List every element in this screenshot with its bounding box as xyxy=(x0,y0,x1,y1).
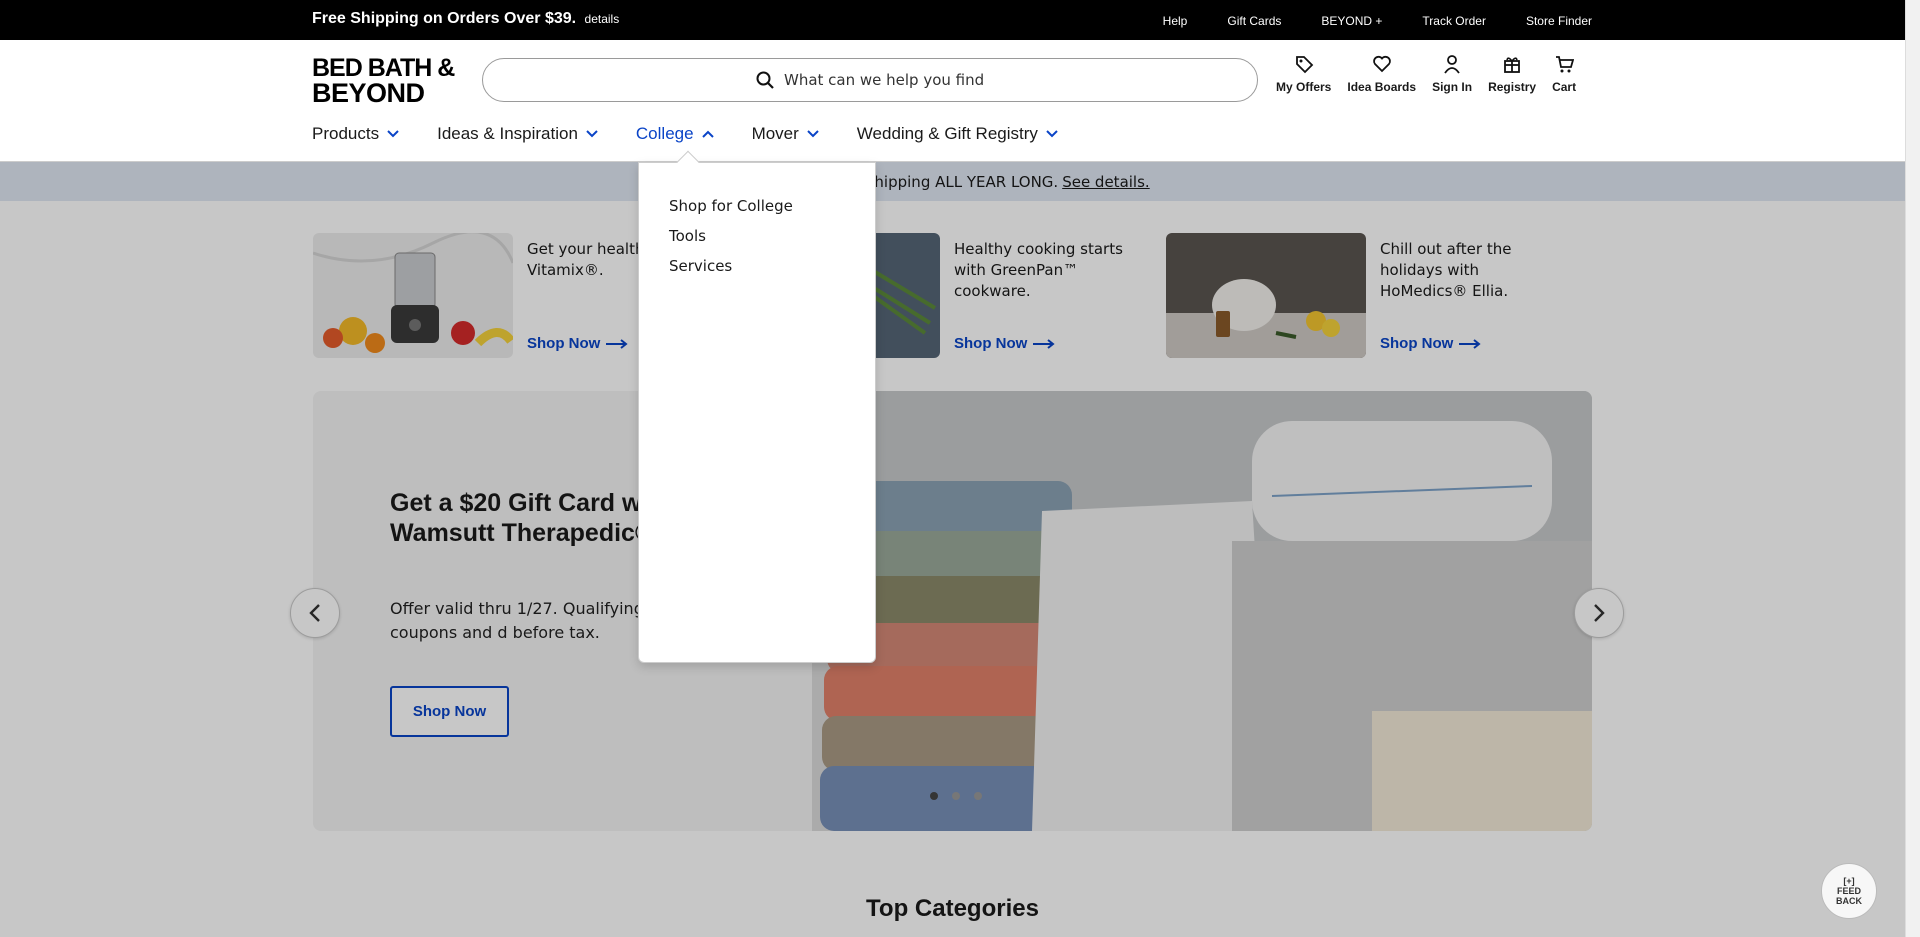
chevron-right-icon xyxy=(1594,604,1605,622)
utility-links: Help Gift Cards BEYOND + Track Order Sto… xyxy=(1163,14,1592,28)
tile-shop-now-link[interactable]: Shop Now xyxy=(527,335,628,352)
sign-in-button[interactable]: Sign In xyxy=(1432,54,1472,94)
nav-mover[interactable]: Mover xyxy=(752,124,819,144)
nav-wedding-gift-registry[interactable]: Wedding & Gift Registry xyxy=(857,124,1058,144)
page-scrollbar[interactable] xyxy=(1905,0,1920,937)
nav-college[interactable]: College xyxy=(636,124,714,144)
arrow-right-icon xyxy=(606,338,628,349)
tile-shop-now-label: Shop Now xyxy=(954,335,1028,352)
tile-shop-now-label: Shop Now xyxy=(527,335,601,352)
track-order-link[interactable]: Track Order xyxy=(1422,14,1486,28)
my-offers-label: My Offers xyxy=(1276,80,1332,94)
carousel-next-button[interactable] xyxy=(1574,588,1624,638)
towels-pillows-image xyxy=(812,391,1592,831)
nav-ideas-label: Ideas & Inspiration xyxy=(437,124,578,143)
chevron-down-icon xyxy=(586,130,598,138)
feedback-label-1: FEED xyxy=(1836,886,1861,896)
logo-line-2: BEYOND xyxy=(312,77,425,108)
free-shipping-promo: Free Shipping on Orders Over $39. detail… xyxy=(312,10,619,28)
gift-icon xyxy=(1504,57,1520,73)
idea-boards-label: Idea Boards xyxy=(1347,80,1417,94)
nav-wedding-label: Wedding & Gift Registry xyxy=(856,124,1038,143)
menu-item-tools[interactable]: Tools xyxy=(669,227,793,257)
my-offers-button[interactable]: My Offers xyxy=(1276,54,1331,94)
arrow-right-icon xyxy=(1459,338,1481,349)
menu-item-shop-for-college[interactable]: Shop for College xyxy=(669,197,793,227)
college-dropdown-menu: Shop for College Tools Services xyxy=(638,150,876,663)
arrow-right-icon xyxy=(1033,338,1055,349)
shipping-details-link[interactable]: See details. xyxy=(1062,173,1150,191)
carousel-dot[interactable] xyxy=(974,792,982,800)
tag-icon xyxy=(1295,56,1313,74)
feedback-plus-icon: [+] xyxy=(1843,876,1855,886)
idea-boards-button[interactable]: Idea Boards xyxy=(1347,54,1416,94)
tile-shop-now-link[interactable]: Shop Now xyxy=(1380,335,1481,352)
tile-text: Healthy cooking starts with GreenPan™ co… xyxy=(954,240,1123,300)
feedback-button[interactable]: [+] FEED BACK xyxy=(1821,863,1877,919)
carousel-dots xyxy=(930,792,982,800)
vitamix-blender-image xyxy=(313,233,513,358)
promo-text: Free Shipping on Orders Over $39. xyxy=(312,10,577,27)
homedics-diffuser-image xyxy=(1166,233,1366,358)
promo-details-link[interactable]: details xyxy=(585,12,620,26)
tile-shop-now-label: Shop Now xyxy=(1380,335,1454,352)
shipping-banner: Free Standard Shipping ALL YEAR LONG. Se… xyxy=(0,162,1905,201)
chevron-down-icon xyxy=(807,130,819,138)
hero-shop-now-button[interactable]: Shop Now xyxy=(390,686,509,737)
carousel-dot[interactable] xyxy=(952,792,960,800)
dropdown-caret xyxy=(676,150,700,174)
top-promo-bar: Free Shipping on Orders Over $39. detail… xyxy=(0,0,1905,40)
search-input[interactable] xyxy=(784,71,984,89)
page: Free Shipping on Orders Over $39. detail… xyxy=(0,0,1905,937)
main-content: Free Standard Shipping ALL YEAR LONG. Se… xyxy=(0,162,1905,937)
top-categories-heading: Top Categories xyxy=(866,895,1039,922)
registry-label: Registry xyxy=(1488,80,1537,94)
nav-ideas-inspiration[interactable]: Ideas & Inspiration xyxy=(437,124,598,144)
chevron-left-icon xyxy=(309,604,320,622)
carousel-prev-button[interactable] xyxy=(290,588,340,638)
sign-in-label: Sign In xyxy=(1432,80,1473,94)
store-finder-link[interactable]: Store Finder xyxy=(1526,14,1592,28)
promo-tile-homedics[interactable]: Chill out after the holidays with HoMedi… xyxy=(1166,233,1566,358)
heart-icon xyxy=(1372,55,1391,73)
search-bar[interactable] xyxy=(482,58,1258,102)
header-actions: My Offers Idea Boards Sign In Registry C… xyxy=(1276,54,1576,94)
carousel-dot[interactable] xyxy=(930,792,938,800)
tile-shop-now-link[interactable]: Shop Now xyxy=(954,335,1055,352)
registry-button[interactable]: Registry xyxy=(1488,54,1536,94)
menu-item-services[interactable]: Services xyxy=(669,257,793,287)
nav-products[interactable]: Products xyxy=(312,124,399,144)
main-nav: Products Ideas & Inspiration College Mov… xyxy=(312,124,1096,144)
site-logo[interactable]: BED BATH & BEYOND xyxy=(312,56,455,106)
cart-icon xyxy=(1556,56,1575,73)
search-icon xyxy=(756,71,774,89)
nav-products-label: Products xyxy=(312,124,380,143)
college-menu-list: Shop for College Tools Services xyxy=(669,197,793,287)
cart-label: Cart xyxy=(1552,80,1577,94)
hero-carousel-slide: Get a $20 Gift Card w Every $100 Wamsutt… xyxy=(313,391,1592,831)
chevron-up-icon xyxy=(701,130,714,138)
beyond-plus-link[interactable]: BEYOND + xyxy=(1321,14,1382,28)
help-link[interactable]: Help xyxy=(1163,14,1188,28)
feedback-label-2: BACK xyxy=(1836,896,1862,906)
chevron-down-icon xyxy=(387,130,399,138)
cart-button[interactable]: Cart xyxy=(1552,54,1576,94)
user-icon xyxy=(1444,55,1460,74)
nav-mover-label: Mover xyxy=(751,124,799,143)
tile-text: Chill out after the holidays with HoMedi… xyxy=(1380,240,1512,300)
nav-college-label: College xyxy=(635,124,694,143)
chevron-down-icon xyxy=(1046,130,1058,138)
gift-cards-link[interactable]: Gift Cards xyxy=(1227,14,1281,28)
